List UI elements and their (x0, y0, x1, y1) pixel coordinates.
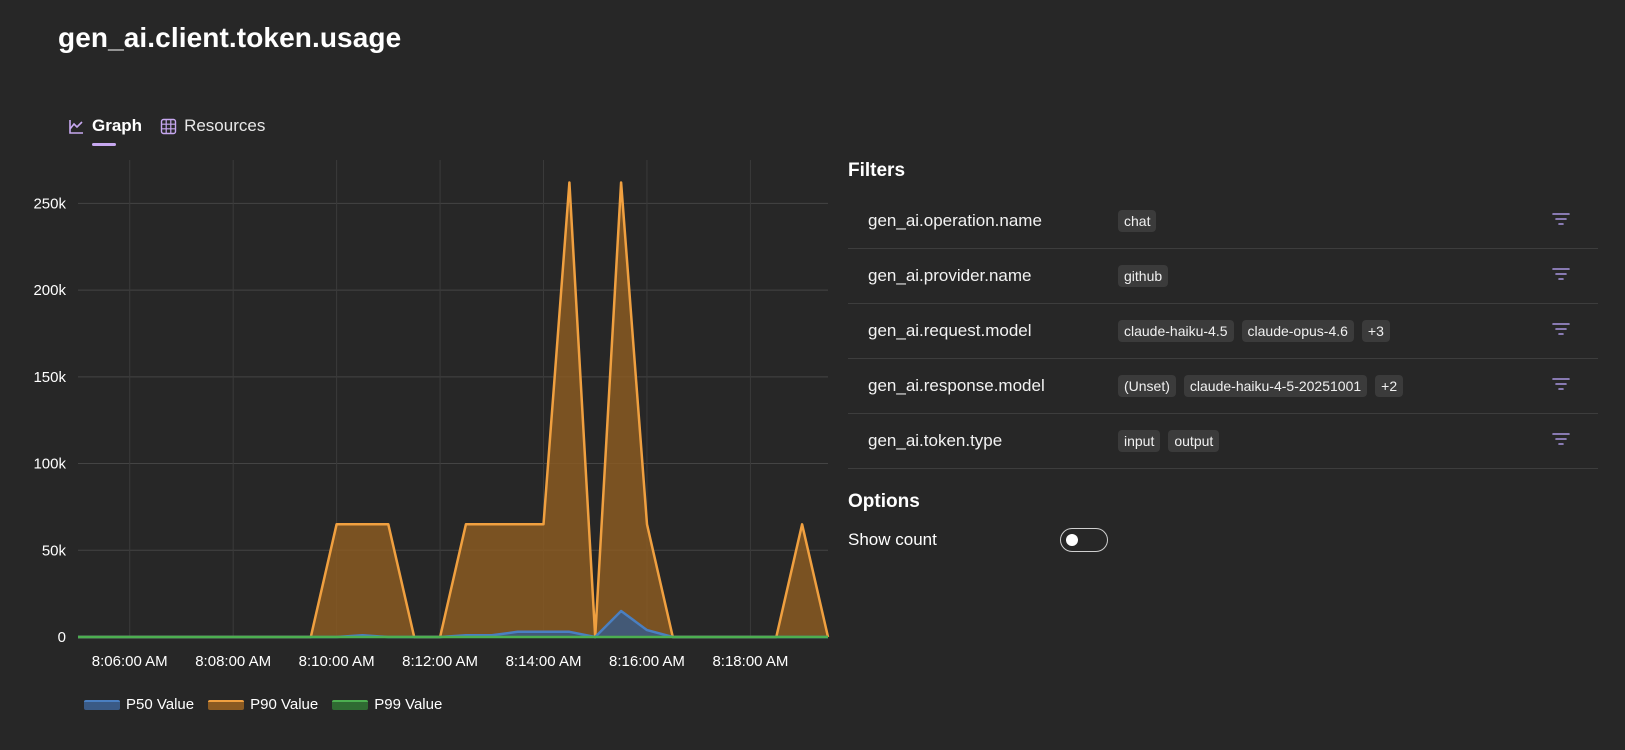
filter-icon[interactable] (1552, 211, 1570, 232)
chart-icon (68, 118, 85, 135)
filter-icon[interactable] (1552, 266, 1570, 287)
filter-chip: output (1168, 430, 1220, 452)
filter-panel: Filters gen_ai.operation.name chat gen_a… (848, 160, 1598, 555)
tab-graph-label: Graph (92, 116, 143, 135)
filter-chip: claude-haiku-4.5 (1118, 320, 1234, 342)
filter-row-operation-name: gen_ai.operation.name chat (848, 194, 1598, 249)
chart-legend: P50 Value P90 Value P99 Value (84, 696, 442, 713)
x-tick-label: 8:16:00 AM (609, 653, 685, 670)
x-tick-label: 8:18:00 AM (712, 653, 788, 670)
filter-chips: chat (1118, 210, 1157, 232)
show-count-toggle[interactable] (1060, 528, 1108, 552)
legend-item-p99[interactable]: P99 Value (332, 696, 442, 713)
y-tick-label: 200k (33, 282, 66, 299)
filter-row-request-model: gen_ai.request.model claude-haiku-4.5 cl… (848, 304, 1598, 359)
tab-resources[interactable]: Resources (160, 112, 265, 140)
filter-name: gen_ai.provider.name (868, 266, 1032, 285)
filter-chips: input output (1118, 430, 1220, 452)
filter-chip: input (1118, 430, 1161, 452)
filter-chips: github (1118, 265, 1169, 287)
tab-list: Graph Resources (68, 112, 265, 146)
filter-chip: github (1118, 265, 1169, 287)
filter-row-provider-name: gen_ai.provider.name github (848, 249, 1598, 304)
y-tick-label: 150k (33, 369, 66, 386)
filter-chip-more[interactable]: +2 (1375, 375, 1404, 397)
show-count-option: Show count (848, 525, 1598, 555)
show-count-label: Show count (848, 530, 937, 549)
legend-swatch-p90 (208, 699, 245, 710)
x-tick-label: 8:14:00 AM (506, 653, 582, 670)
filter-list: gen_ai.operation.name chat gen_ai.provid… (848, 194, 1598, 469)
x-tick-label: 8:12:00 AM (402, 653, 478, 670)
filter-chip-more[interactable]: +3 (1361, 320, 1390, 342)
toggle-knob (1066, 534, 1078, 546)
tab-graph[interactable]: Graph (68, 112, 143, 146)
filter-name: gen_ai.token.type (868, 431, 1003, 450)
legend-item-p90[interactable]: P90 Value (208, 696, 318, 713)
filter-chips: claude-haiku-4.5 claude-opus-4.6 +3 (1118, 320, 1390, 342)
series-area-p90-value (78, 182, 828, 637)
legend-label-p50: P50 Value (126, 696, 195, 713)
filter-chips: (Unset) claude-haiku-4-5-20251001 +2 (1118, 375, 1404, 397)
filter-chip: chat (1118, 210, 1157, 232)
y-tick-label: 0 (58, 629, 66, 646)
filter-name: gen_ai.request.model (868, 321, 1032, 340)
grid-icon (160, 118, 177, 135)
filter-row-response-model: gen_ai.response.model (Unset) claude-hai… (848, 359, 1598, 414)
filter-chip: (Unset) (1118, 375, 1176, 397)
filter-name: gen_ai.operation.name (868, 211, 1042, 230)
legend-label-p90: P90 Value (250, 696, 319, 713)
legend-label-p99: P99 Value (374, 696, 443, 713)
page-title: gen_ai.client.token.usage (58, 22, 402, 53)
filter-chip: claude-haiku-4-5-20251001 (1183, 375, 1368, 397)
x-tick-label: 8:08:00 AM (195, 653, 271, 670)
y-tick-label: 250k (33, 195, 66, 212)
filters-title: Filters (848, 160, 906, 181)
active-tab-indicator (92, 143, 116, 146)
x-tick-label: 8:10:00 AM (299, 653, 375, 670)
filter-row-token-type: gen_ai.token.type input output (848, 414, 1598, 469)
filter-icon[interactable] (1552, 376, 1570, 397)
options-title: Options (848, 491, 920, 512)
filter-icon[interactable] (1552, 431, 1570, 452)
series-line-p90-value (78, 181, 830, 639)
x-tick-label: 8:06:00 AM (92, 653, 168, 670)
filter-icon[interactable] (1552, 321, 1570, 342)
y-tick-label: 100k (33, 456, 66, 473)
token-usage-chart[interactable]: 0 50k 100k 150k 200k 250k 8:06:00 AM 8:08:00 AM… (0, 155, 835, 675)
tab-resources-label: Resources (184, 116, 266, 135)
legend-swatch-p99 (332, 699, 369, 710)
legend-item-p50[interactable]: P50 Value (84, 696, 194, 713)
legend-swatch-p50 (84, 699, 120, 710)
filter-chip: claude-opus-4.6 (1241, 320, 1354, 342)
filter-name: gen_ai.response.model (868, 376, 1045, 395)
y-tick-label: 50k (42, 542, 67, 559)
